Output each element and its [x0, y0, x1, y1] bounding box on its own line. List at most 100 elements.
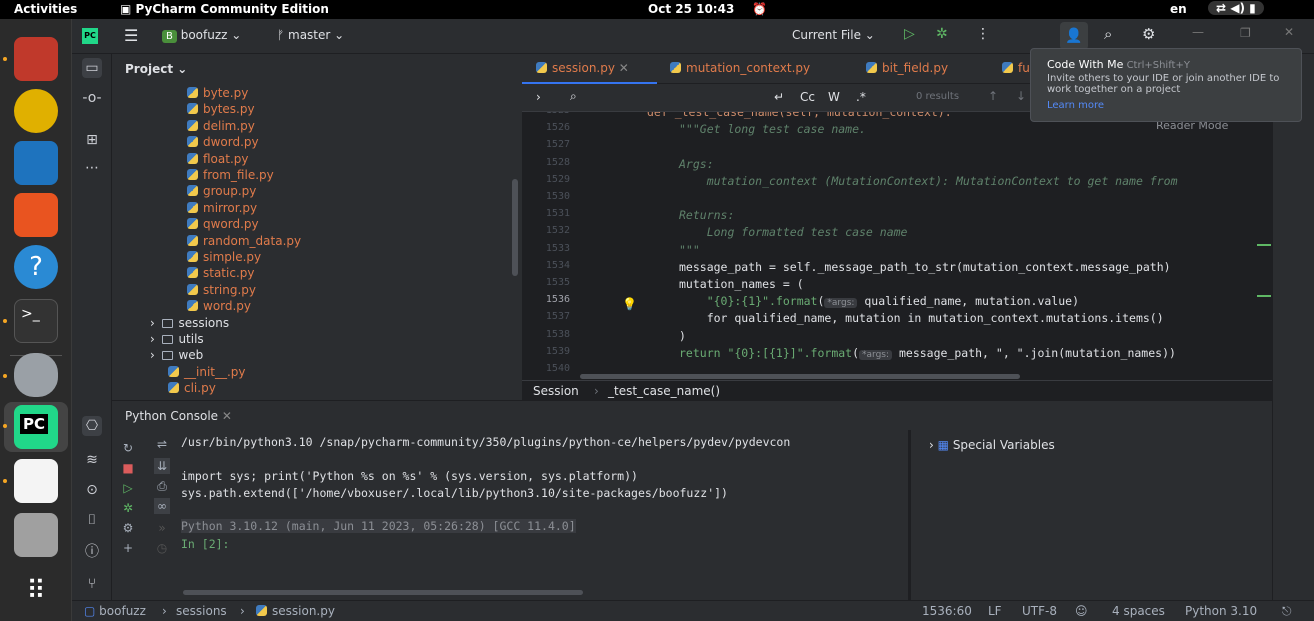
breadcrumb-function[interactable]: _test_case_name() [608, 384, 720, 398]
expand-replace-icon[interactable]: › [536, 90, 541, 104]
show-apps-icon[interactable]: ⠿ [14, 571, 58, 615]
scroll-to-end-icon[interactable]: ⇊ [154, 458, 170, 474]
debug-icon[interactable]: ✲ [936, 26, 948, 42]
special-variables-node[interactable]: › ▦ Special Variables [929, 438, 1055, 452]
stop-icon[interactable]: ■ [120, 460, 136, 476]
file-tree-item[interactable]: dword.py [187, 134, 259, 150]
print-icon[interactable]: ⎙ [154, 478, 170, 494]
close-icon[interactable]: ✕ [222, 409, 232, 423]
clock-icon[interactable]: ◷ [154, 540, 170, 556]
tab-bit-field-py[interactable]: bit_field.py [866, 61, 948, 75]
learn-more-link[interactable]: Learn more [1047, 100, 1104, 111]
code-line[interactable]: Long formatted test case name [679, 225, 908, 239]
file-tree-item[interactable]: group.py [187, 183, 256, 199]
code-line[interactable]: Args: [679, 157, 714, 171]
terminal-icon[interactable]: >_ [14, 299, 58, 343]
status-crumb-folder[interactable]: sessions [176, 604, 227, 618]
app-icon[interactable] [14, 513, 58, 557]
tab-more[interactable]: fu [1002, 61, 1030, 75]
rhythmbox-icon[interactable] [14, 89, 58, 133]
disks-icon[interactable] [14, 353, 58, 397]
rerun-icon[interactable]: ↻ [120, 440, 136, 456]
project-panel-header[interactable]: Project ⌄ [125, 61, 187, 77]
new-line-icon[interactable]: ↵ [774, 90, 784, 104]
regex-toggle[interactable]: .* [856, 90, 866, 104]
more-actions-icon[interactable]: ⋮ [976, 26, 990, 42]
tab-session-py[interactable]: session.py ✕ [536, 61, 629, 75]
problems-icon[interactable]: ⓘ [82, 542, 102, 562]
run-config-selector[interactable]: Current File ⌄ [792, 28, 875, 42]
vcs-branch-selector[interactable]: ᚠ master ⌄ [277, 28, 344, 42]
code-line[interactable]: for qualified_name, mutation in mutation… [679, 311, 1164, 325]
code-line-with-hint[interactable]: return "{0}:[{1}]".format(*args: message… [679, 346, 1176, 360]
code-line[interactable]: ) [679, 329, 686, 343]
file-tree-item[interactable]: bytes.py [187, 101, 255, 117]
more-tools-icon[interactable]: ⋯ [82, 158, 102, 178]
commit-tool-icon[interactable]: -o- [82, 88, 102, 108]
code-line-with-hint[interactable]: "{0}:{1}".format(*args: qualified_name, … [679, 294, 1079, 309]
tab-mutation-context-py[interactable]: mutation_context.py [670, 61, 810, 75]
code-line[interactable]: """Get long test case name. [679, 122, 866, 136]
maximize-icon[interactable]: ❐ [1240, 26, 1251, 40]
file-tree-item[interactable]: mirror.py [187, 200, 257, 216]
code-line[interactable]: message_path = self._message_path_to_str… [679, 260, 1171, 274]
whole-words-toggle[interactable]: W [828, 90, 840, 104]
debug-icon[interactable]: ✲ [120, 500, 136, 516]
file-tree-item[interactable]: string.py [187, 282, 256, 298]
find-input[interactable] [588, 88, 768, 108]
structure-tool-icon[interactable]: ⊞ [82, 130, 102, 150]
terminal-tool-icon[interactable]: ⌷ [82, 510, 102, 530]
main-menu-icon[interactable]: ☰ [124, 26, 138, 45]
match-case-toggle[interactable]: Cc [800, 90, 815, 104]
app-menu[interactable]: ▣ PyCharm Community Edition [120, 2, 329, 16]
code-line[interactable]: """ [679, 243, 700, 257]
folder-tree-item[interactable]: › sessions [150, 315, 229, 331]
file-tree-item[interactable]: qword.py [187, 216, 259, 232]
file-tree-item[interactable]: float.py [187, 151, 249, 167]
history-icon[interactable]: » [154, 520, 170, 536]
activities-button[interactable]: Activities [14, 2, 77, 16]
breadcrumb-class[interactable]: Session [533, 384, 579, 398]
run-icon[interactable]: ▷ [904, 26, 915, 42]
next-occurrence-icon[interactable]: ↓ [1016, 89, 1026, 103]
search-icon[interactable]: ⌕ [1104, 25, 1112, 43]
soft-wrap-icon[interactable]: ⇌ [154, 436, 170, 452]
prev-occurrence-icon[interactable]: ↑ [988, 89, 998, 103]
git-tool-icon[interactable]: ⑂ [82, 574, 102, 594]
tab-python-console[interactable]: Python Console ✕ [125, 409, 232, 423]
console-prompt[interactable]: In [2]: [181, 537, 229, 551]
code-line[interactable]: mutation_context (MutationContext): Muta… [679, 174, 1178, 188]
indent-setting[interactable]: 4 spaces [1112, 604, 1165, 618]
clock[interactable]: Oct 25 10:43 [648, 2, 734, 16]
editor-hscrollbar[interactable] [580, 374, 1020, 379]
system-status-menu[interactable]: ⇄ ◀) ▮ [1208, 1, 1264, 15]
file-tree-item[interactable]: delim.py [187, 118, 255, 134]
code-line[interactable]: Returns: [679, 208, 734, 222]
execute-icon[interactable]: ▷ [120, 480, 136, 496]
folder-tree-item[interactable]: › utils [150, 331, 204, 347]
file-tree-item[interactable]: from_file.py [187, 167, 274, 183]
file-tree-item[interactable]: byte.py [187, 85, 248, 101]
code-editor[interactable]: 1525 1526 1527 1528 1529 1530 1531 1532 1533 1534… [522, 112, 1272, 380]
pycharm-icon[interactable]: PC [14, 405, 58, 449]
add-icon[interactable]: + [120, 540, 136, 556]
line-separator[interactable]: LF [988, 604, 1002, 618]
python-interpreter[interactable]: Python 3.10 [1185, 604, 1257, 618]
lightbulb-icon[interactable]: 💡 [622, 297, 637, 311]
console-hscrollbar[interactable] [183, 590, 583, 595]
file-tree-item[interactable]: random_data.py [187, 233, 301, 249]
python-packages-icon[interactable]: ≋ [82, 450, 102, 470]
code-line[interactable]: mutation_names = ( [679, 277, 804, 291]
file-tree-item[interactable]: __init__.py [168, 364, 246, 380]
project-tool-icon[interactable]: ▭ [82, 58, 102, 78]
python-console-tool-icon[interactable]: ⎔ [82, 416, 102, 436]
code-with-me-icon[interactable]: 👤 [1060, 22, 1088, 50]
help-icon[interactable]: ? [14, 245, 58, 289]
close-icon[interactable]: ✕ [619, 61, 629, 75]
language-indicator[interactable]: en [1170, 2, 1187, 16]
caret-position[interactable]: 1536:60 [922, 604, 972, 618]
files-icon[interactable] [14, 37, 58, 81]
close-icon[interactable]: ✕ [1284, 25, 1294, 39]
file-tree-item[interactable]: static.py [187, 265, 254, 281]
project-selector[interactable]: B boofuzz ⌄ [162, 28, 241, 43]
